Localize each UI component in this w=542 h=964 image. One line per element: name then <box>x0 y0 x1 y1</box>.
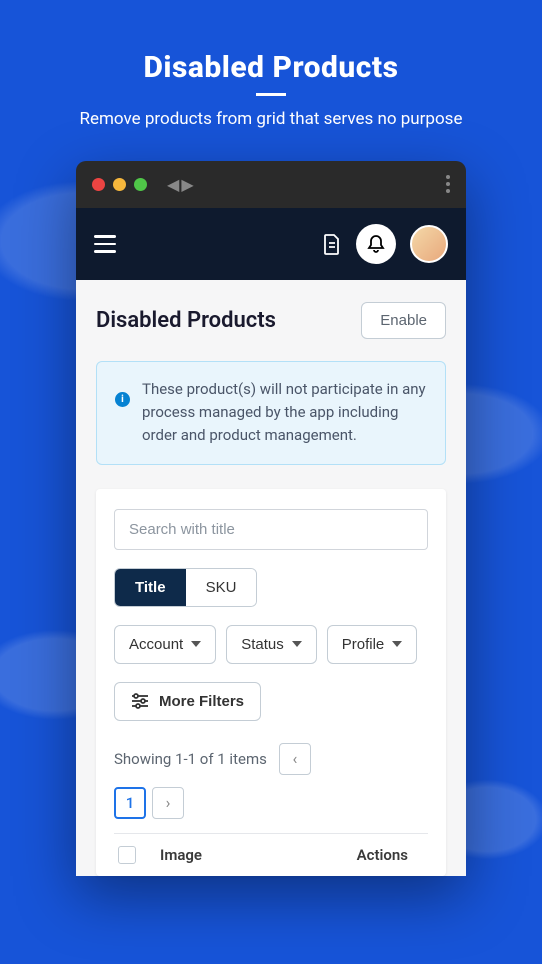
promo-subtitle: Remove products from grid that serves no… <box>30 108 512 131</box>
close-window-icon[interactable] <box>92 178 105 191</box>
forward-icon[interactable]: ▶ <box>181 175 193 194</box>
column-header-actions: Actions <box>357 846 428 864</box>
showing-text: Showing 1-1 of 1 items <box>114 750 267 768</box>
page-title: Disabled Products <box>96 308 276 333</box>
tab-title[interactable]: Title <box>115 569 186 606</box>
filter-row: Account Status Profile <box>114 625 428 664</box>
search-mode-toggle: Title SKU <box>114 568 257 607</box>
account-filter[interactable]: Account <box>114 625 216 664</box>
browser-frame: ◀ ▶ <box>76 161 466 876</box>
enable-button[interactable]: Enable <box>361 302 446 339</box>
chevron-down-icon <box>191 641 201 647</box>
chevron-right-icon: › <box>166 793 171 812</box>
document-icon[interactable] <box>322 233 342 255</box>
products-card: Title SKU Account Status Profile <box>96 489 446 876</box>
info-banner-text: These product(s) will not participate in… <box>142 378 427 448</box>
promo-title: Disabled Products <box>30 50 512 85</box>
more-filters-label: More Filters <box>159 693 244 710</box>
page-title-row: Disabled Products Enable <box>96 302 446 339</box>
bell-icon <box>367 234 385 254</box>
kebab-menu-icon[interactable] <box>446 175 450 193</box>
status-filter[interactable]: Status <box>226 625 317 664</box>
select-all-checkbox[interactable] <box>118 846 136 864</box>
chevron-left-icon: ‹ <box>292 749 297 768</box>
promo-header: Disabled Products Remove products from g… <box>0 0 542 161</box>
avatar[interactable] <box>410 225 448 263</box>
filter-label: Profile <box>342 636 385 653</box>
app-window: Disabled Products Enable i These product… <box>76 208 466 876</box>
title-underline <box>256 93 286 96</box>
filter-label: Status <box>241 636 284 653</box>
search-input[interactable] <box>114 509 428 550</box>
prev-page-button[interactable]: ‹ <box>279 743 311 775</box>
page-1-button[interactable]: 1 <box>114 787 146 819</box>
notifications-button[interactable] <box>356 224 396 264</box>
tab-sku[interactable]: SKU <box>186 569 257 606</box>
nav-arrows: ◀ ▶ <box>167 175 194 194</box>
chevron-down-icon <box>292 641 302 647</box>
column-header-image: Image <box>160 846 230 864</box>
sliders-icon <box>131 693 149 709</box>
profile-filter[interactable]: Profile <box>327 625 418 664</box>
page-content: Disabled Products Enable i These product… <box>76 280 466 876</box>
info-icon: i <box>115 392 130 407</box>
more-filters-button[interactable]: More Filters <box>114 682 261 721</box>
next-page-button[interactable]: › <box>152 787 184 819</box>
maximize-window-icon[interactable] <box>134 178 147 191</box>
info-banner: i These product(s) will not participate … <box>96 361 446 465</box>
chevron-down-icon <box>392 641 402 647</box>
pagination-info-row: Showing 1-1 of 1 items ‹ <box>114 743 428 775</box>
browser-titlebar: ◀ ▶ <box>76 161 466 208</box>
page-number-row: 1 › <box>114 787 428 819</box>
back-icon[interactable]: ◀ <box>167 175 179 194</box>
minimize-window-icon[interactable] <box>113 178 126 191</box>
app-header <box>76 208 466 280</box>
hamburger-menu-icon[interactable] <box>94 235 116 253</box>
filter-label: Account <box>129 636 183 653</box>
table-header: Image Actions <box>114 833 428 876</box>
